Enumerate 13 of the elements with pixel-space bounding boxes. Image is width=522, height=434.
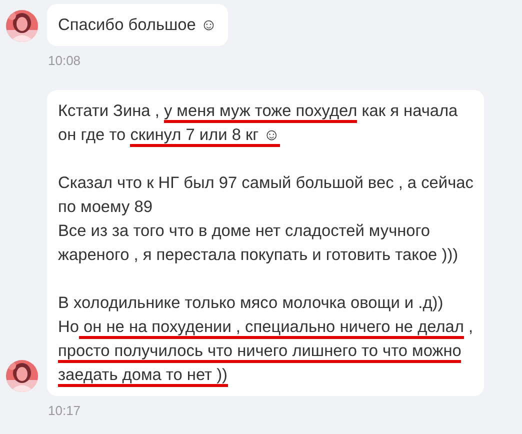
- message-text: Спасибо большое ☺: [58, 15, 218, 36]
- message-text: Кстати Зина , у меня муж тоже похудел как я начала: [58, 99, 474, 123]
- message-text: просто получилось что ничего лишнего то что можно: [58, 339, 474, 363]
- timestamp: 10:17: [48, 403, 82, 418]
- message-text: Но он не на похудении , специально ничего не делал ,: [58, 315, 474, 339]
- message-text: В холодильнике только мясо молочка овощи и .д)): [58, 293, 444, 314]
- message-text: Сказал что к НГ был 97 самый большой вес , а сейчас: [58, 173, 474, 194]
- timestamp: 10:08: [48, 53, 82, 68]
- message-text: заедать дома то нет )): [58, 363, 474, 387]
- message-text: он где то скинул 7 или 8 кг ☺: [58, 123, 474, 147]
- message-text: Все из за того что в доме нет сладостей мучного: [58, 221, 432, 242]
- message-text: по моему 89: [58, 197, 154, 218]
- message-text: жареного , я перестала покупать и готовить такое ))): [58, 245, 460, 266]
